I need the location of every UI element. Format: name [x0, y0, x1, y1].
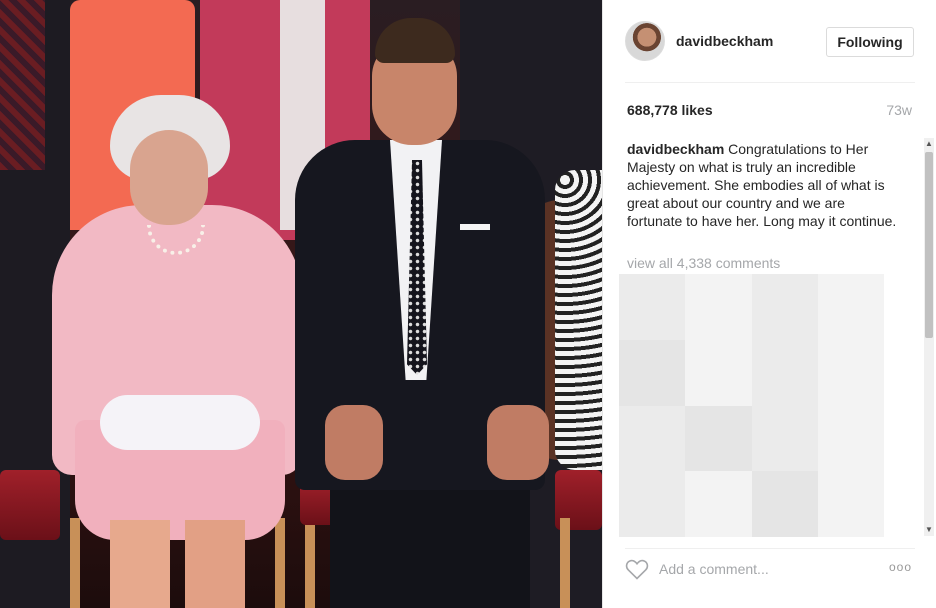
post-caption: davidbeckham Congratulations to Her Maje… [627, 140, 897, 230]
scroll-down-icon[interactable]: ▼ [924, 524, 934, 536]
post-photo[interactable] [0, 0, 602, 608]
following-button[interactable]: Following [826, 27, 914, 57]
background-person [555, 170, 602, 470]
background-person [0, 0, 45, 170]
chair-leg [275, 518, 285, 608]
blur-tile [685, 339, 752, 406]
caption-username[interactable]: davidbeckham [627, 141, 724, 157]
blur-tile [751, 274, 818, 340]
blur-tile [685, 274, 752, 340]
username-link[interactable]: davidbeckham [676, 33, 773, 49]
scroll-up-icon[interactable]: ▲ [924, 138, 934, 150]
blur-tile [817, 471, 884, 537]
post-header: davidbeckham Following [603, 0, 936, 82]
blur-tile [619, 471, 686, 537]
blur-tile [619, 274, 686, 340]
blur-tile [751, 471, 818, 537]
man-figure [460, 224, 490, 230]
queen-figure [130, 130, 208, 225]
blur-tile [619, 339, 686, 406]
chair-leg [305, 518, 315, 608]
man-figure [330, 490, 530, 608]
blurred-comments [619, 274, 884, 537]
blur-tile [751, 405, 818, 472]
chair [0, 470, 60, 540]
queen-figure [185, 520, 245, 608]
man-figure [487, 405, 549, 480]
blur-tile [685, 471, 752, 537]
post-age[interactable]: 73w [886, 102, 912, 118]
more-options-icon[interactable]: ooo [889, 560, 912, 574]
blur-tile [685, 405, 752, 472]
queen-figure [100, 395, 260, 450]
comments-scrollbar[interactable]: ▲ ▼ [924, 138, 934, 536]
comment-bar: ooo [603, 548, 936, 608]
blur-tile [751, 339, 818, 406]
add-comment-input[interactable] [659, 556, 859, 582]
divider [625, 82, 915, 83]
queen-figure [110, 520, 170, 608]
blur-tile [817, 405, 884, 472]
scrollbar-thumb[interactable] [925, 152, 933, 338]
chair-leg [70, 518, 80, 608]
post-details-panel: davidbeckham Following 688,778 likes 73w… [602, 0, 936, 608]
blur-tile [817, 339, 884, 406]
chair-leg [560, 518, 570, 608]
man-figure [375, 18, 455, 63]
blur-tile [619, 405, 686, 472]
man-figure [325, 405, 383, 480]
blur-tile [817, 274, 884, 340]
view-all-comments-link[interactable]: view all 4,338 comments [627, 255, 780, 271]
avatar[interactable] [625, 21, 665, 61]
likes-count[interactable]: 688,778 likes [627, 102, 713, 118]
heart-icon[interactable] [625, 558, 649, 580]
